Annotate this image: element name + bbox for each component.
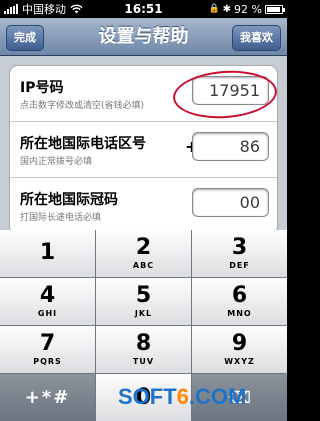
international-prefix-label: 所在地国际冠码 [20, 192, 118, 208]
settings-row-international-prefix: 所在地国际冠码 打国际长途电话必填 00 [10, 178, 277, 234]
key-letters: JKL [134, 309, 153, 318]
key-6[interactable]: 6 MNO [192, 278, 287, 325]
ip-number-hint: 点击数字修改或清空(省钱必填) [20, 101, 145, 111]
key-digit: 0 [135, 384, 152, 410]
key-letters: ABC [132, 261, 155, 270]
key-letters: MNO [227, 309, 252, 318]
key-5[interactable]: 5 JKL [96, 278, 191, 325]
key-digit: 3 [231, 235, 248, 260]
key-digit: 7 [39, 331, 56, 356]
wifi-icon [70, 4, 83, 14]
key-letters: DEF [229, 261, 250, 270]
settings-group: IP号码 点击数字修改或清空(省钱必填) 17951 所在地国际电话区号 国内正… [9, 65, 278, 235]
country-code-label: 所在地国际电话区号 [20, 136, 146, 152]
key-digit: 1 [39, 239, 56, 265]
key-0[interactable]: 0 [96, 374, 191, 421]
battery-icon [265, 4, 285, 14]
key-8[interactable]: 8 TUV [96, 326, 191, 373]
battery-percent: 92 % [234, 2, 262, 16]
settings-row-country-code: 所在地国际电话区号 国内正常拨号必填 + 86 [10, 122, 277, 178]
key-digit: 2 [135, 235, 152, 260]
key-delete[interactable]: ⌫ [192, 374, 287, 421]
number-keypad: 1 2 ABC 3 DEF 4 GHI 5 JKL 6 MNO 7 PQRS 8 TUV 9W… [0, 230, 287, 421]
key-9[interactable]: 9 WXYZ [192, 326, 287, 373]
key-1[interactable]: 1 [0, 230, 95, 277]
country-code-hint: 国内正常拨号必填 [20, 157, 93, 167]
settings-row-ip-number: IP号码 点击数字修改或清空(省钱必填) 17951 [10, 66, 277, 122]
key-digit: 6 [231, 283, 248, 308]
key-letters: PQRS [33, 357, 62, 366]
key-symbols-label: +*# [24, 387, 71, 408]
key-digit: 8 [135, 331, 152, 356]
international-prefix-field[interactable]: 00 [192, 188, 269, 217]
status-bar: 中国移动 16:51 🔒 ✱ 92 % [0, 0, 287, 18]
key-7[interactable]: 7 PQRS [0, 326, 95, 373]
country-code-field[interactable]: 86 [192, 132, 269, 161]
key-letters: TUV [132, 357, 155, 366]
key-3[interactable]: 3 DEF [192, 230, 287, 277]
settings-content: IP号码 点击数字修改或清空(省钱必填) 17951 所在地国际电话区号 国内正… [0, 56, 287, 235]
key-4[interactable]: 4 GHI [0, 278, 95, 325]
bluetooth-icon: ✱ [222, 3, 232, 15]
ip-number-label: IP号码 [20, 80, 64, 96]
carrier-name: 中国移动 [22, 3, 66, 16]
like-button[interactable]: 我喜欢 [232, 25, 281, 51]
international-prefix-hint: 打国际长途电话必填 [20, 213, 102, 223]
key-digit: 4 [39, 283, 56, 308]
key-2[interactable]: 2 ABC [96, 230, 191, 277]
delete-icon: ⌫ [228, 388, 251, 407]
key-symbols[interactable]: +*# [0, 374, 95, 421]
lock-icon: 🔒 [208, 4, 220, 14]
key-digit: 9 [231, 331, 248, 356]
key-letters: WXYZ [224, 357, 255, 366]
ip-number-field[interactable]: 17951 [192, 76, 269, 105]
signal-icon [4, 4, 18, 14]
key-letters: GHI [37, 309, 58, 318]
navigation-bar: 完成 设置与帮助 我喜欢 [0, 18, 287, 56]
key-digit: 5 [135, 283, 152, 308]
